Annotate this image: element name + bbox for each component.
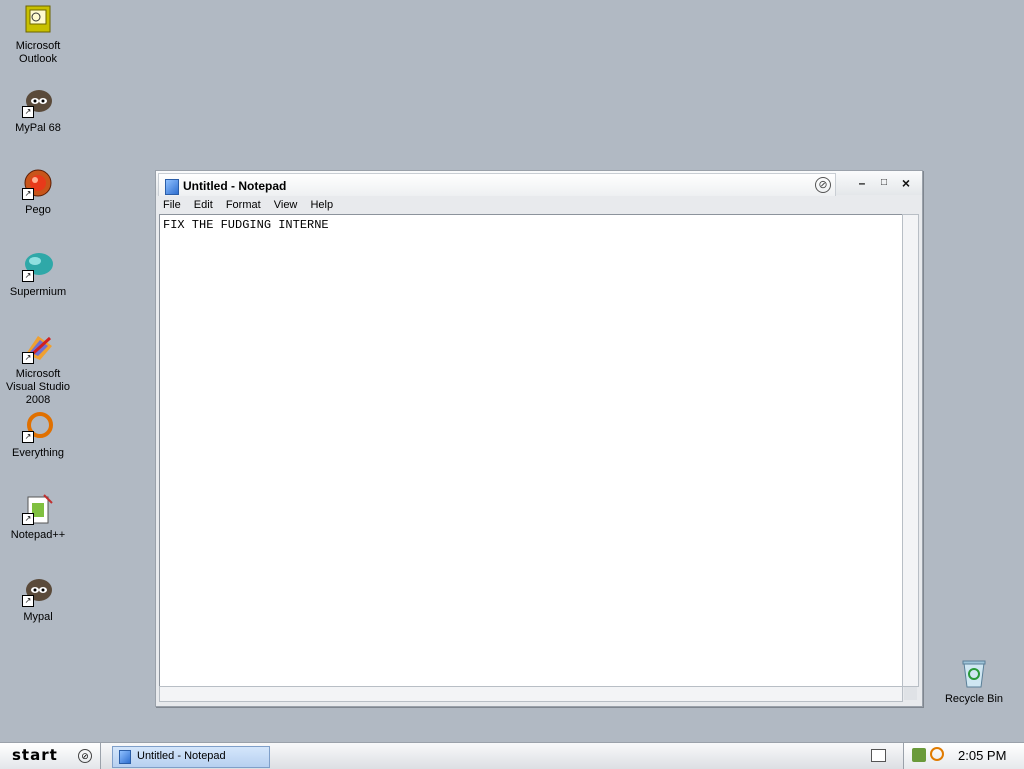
menu-format[interactable]: Format bbox=[221, 197, 266, 213]
title-tab: Untitled - Notepad ⊘ bbox=[158, 173, 836, 196]
menu-bar: File Edit Format View Help bbox=[158, 196, 920, 214]
window-title: Untitled - Notepad bbox=[183, 179, 287, 193]
desktop-icon-everything[interactable]: ↗ Everything bbox=[0, 411, 76, 460]
desktop-icon-visual-studio[interactable]: ↗ Microsoft Visual Studio 2008 bbox=[0, 332, 76, 407]
desktop-icon-pego[interactable]: ↗ Pego bbox=[0, 168, 76, 217]
desktop-icon-label: Recycle Bin bbox=[944, 693, 1004, 705]
desktop-icon-label: Pego bbox=[25, 204, 51, 216]
recycle-bin-icon bbox=[958, 657, 990, 689]
menu-view[interactable]: View bbox=[269, 197, 303, 213]
close-button[interactable]: × bbox=[898, 175, 914, 191]
menu-help[interactable]: Help bbox=[305, 197, 338, 213]
keyboard-icon[interactable] bbox=[871, 749, 886, 762]
start-button[interactable]: start ⊘ bbox=[0, 743, 101, 769]
no-entry-icon[interactable]: ⊘ bbox=[815, 177, 831, 193]
shortcut-arrow-icon: ↗ bbox=[22, 106, 34, 118]
desktop-icon-label: Notepad++ bbox=[10, 529, 66, 541]
menu-edit[interactable]: Edit bbox=[189, 197, 218, 213]
desktop-icon-mypal-68[interactable]: ↗ MyPal 68 bbox=[0, 86, 76, 135]
size-grip[interactable] bbox=[904, 687, 917, 700]
desktop-icon-label: Microsoft Visual Studio 2008 bbox=[5, 368, 70, 406]
text-editor[interactable]: FIX THE FUDGING INTERNE bbox=[159, 214, 903, 687]
desktop-icon-label: Microsoft Outlook bbox=[15, 40, 61, 65]
shortcut-arrow-icon: ↗ bbox=[22, 188, 34, 200]
system-tray: 2:05 PM bbox=[903, 743, 1024, 769]
editor-content: FIX THE FUDGING INTERNE bbox=[163, 218, 329, 232]
visual-studio-icon: ↗ bbox=[22, 332, 54, 364]
notepadpp-icon: ↗ bbox=[22, 493, 54, 525]
shortcut-arrow-icon: ↗ bbox=[22, 270, 34, 282]
everything-icon: ↗ bbox=[22, 411, 54, 443]
desktop-icon-label: Everything bbox=[12, 447, 64, 459]
mypal-icon: ↗ bbox=[22, 86, 54, 118]
outlook-icon bbox=[22, 4, 54, 36]
notepad-icon bbox=[119, 750, 131, 764]
notepad-window[interactable]: Untitled - Notepad ⊘ – □ × File Edit For… bbox=[155, 170, 923, 707]
mypal-icon: ↗ bbox=[22, 575, 54, 607]
menu-file[interactable]: File bbox=[158, 197, 186, 213]
no-entry-icon: ⊘ bbox=[78, 749, 92, 763]
maximize-button[interactable]: □ bbox=[876, 175, 892, 191]
desktop-icon-outlook[interactable]: Microsoft Outlook bbox=[0, 4, 76, 66]
desktop-icon-label: Supermium bbox=[9, 286, 67, 298]
network-icon[interactable] bbox=[912, 748, 926, 762]
shortcut-arrow-icon: ↗ bbox=[22, 431, 34, 443]
desktop-icon-label: MyPal 68 bbox=[15, 122, 61, 134]
pego-icon: ↗ bbox=[22, 168, 54, 200]
clock[interactable]: 2:05 PM bbox=[958, 748, 1006, 763]
supermium-icon: ↗ bbox=[22, 250, 54, 282]
desktop-icon-label: Mypal bbox=[23, 611, 53, 623]
desktop-icon-recycle-bin[interactable]: Recycle Bin bbox=[936, 657, 1012, 706]
taskbar: start ⊘ Untitled - Notepad 2:05 PM bbox=[0, 742, 1024, 769]
minimize-button[interactable]: – bbox=[854, 175, 870, 191]
vertical-scrollbar[interactable] bbox=[902, 214, 919, 687]
shortcut-arrow-icon: ↗ bbox=[22, 595, 34, 607]
desktop-icon-supermium[interactable]: ↗ Supermium bbox=[0, 250, 76, 299]
desktop-icon-notepadpp[interactable]: ↗ Notepad++ bbox=[0, 493, 76, 542]
search-icon[interactable] bbox=[930, 747, 944, 761]
taskbar-item-notepad[interactable]: Untitled - Notepad bbox=[112, 746, 270, 768]
shortcut-arrow-icon: ↗ bbox=[22, 352, 34, 364]
taskbar-item-label: Untitled - Notepad bbox=[137, 750, 226, 762]
shortcut-arrow-icon: ↗ bbox=[22, 513, 34, 525]
title-bar[interactable]: Untitled - Notepad ⊘ – □ × bbox=[156, 171, 922, 196]
desktop-icon-mypal[interactable]: ↗ Mypal bbox=[0, 575, 76, 624]
start-label: start bbox=[12, 746, 58, 764]
horizontal-scrollbar[interactable] bbox=[159, 686, 903, 702]
notepad-icon bbox=[165, 179, 179, 195]
